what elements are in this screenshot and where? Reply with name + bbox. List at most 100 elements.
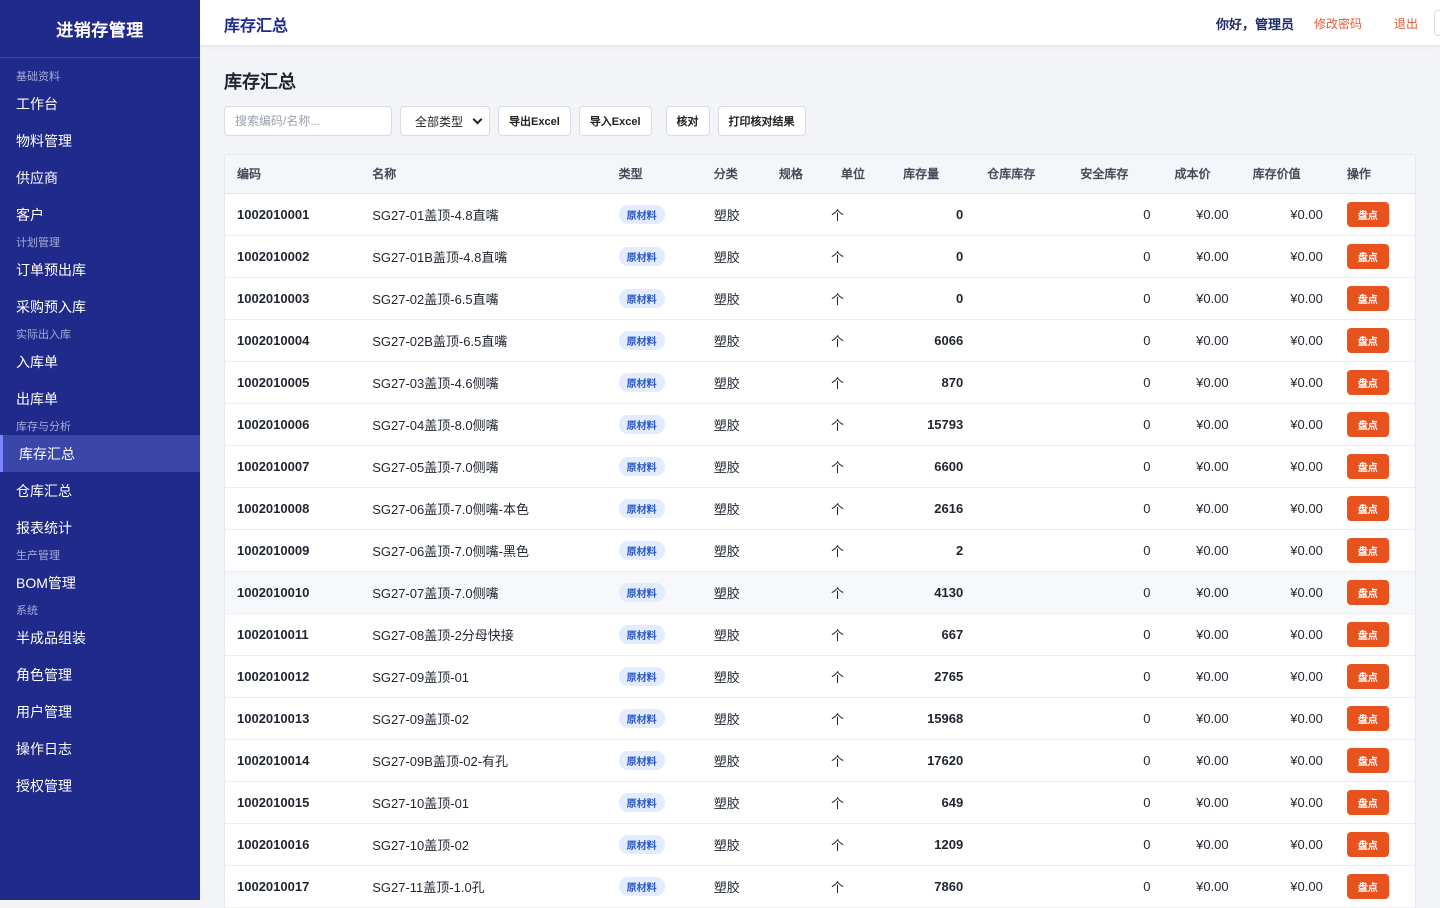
- cell-qty: 15793: [891, 403, 976, 446]
- table-row[interactable]: 1002010008 SG27-06盖顶-7.0侧嘴-本色 原材料 塑胶个 2616 0 ¥…: [225, 487, 1415, 530]
- stocktake-button[interactable]: 盘点: [1346, 411, 1389, 437]
- cell-unit: 个: [828, 403, 892, 446]
- table-row[interactable]: 1002010006 SG27-04盖顶-8.0侧嘴 原材料 塑胶个 15793 0 ¥0.…: [225, 403, 1415, 446]
- sidebar-item[interactable]: 供应商: [0, 159, 200, 196]
- user-greeting: 你好，管理员: [1215, 16, 1294, 32]
- cell-action: 盘点: [1334, 235, 1415, 278]
- cell-cost: ¥0.00: [1162, 319, 1241, 362]
- table-row[interactable]: 1002010011 SG27-08盖顶-2分母快接 原材料 塑胶个 667 0 ¥0.00…: [225, 613, 1415, 656]
- stocktake-button[interactable]: 盘点: [1346, 537, 1389, 563]
- export-excel-button[interactable]: 导出Excel: [498, 106, 571, 136]
- cell-value: ¥0.00: [1240, 655, 1335, 698]
- sidebar-item[interactable]: 库存汇总: [0, 435, 200, 472]
- sidebar-item[interactable]: 用户管理: [0, 693, 200, 730]
- cell-action: 盘点: [1334, 697, 1415, 740]
- stocktake-button[interactable]: 盘点: [1346, 285, 1389, 311]
- stocktake-button[interactable]: 盘点: [1346, 873, 1389, 899]
- cell-action: 盘点: [1334, 739, 1415, 782]
- stocktake-button[interactable]: 盘点: [1346, 663, 1389, 689]
- logout-link[interactable]: 退出: [1394, 15, 1418, 32]
- table-row[interactable]: 1002010001 SG27-01盖顶-4.8直嘴 原材料 塑胶个 0 0 ¥0.00 ¥0…: [225, 193, 1415, 236]
- sidebar-item[interactable]: 客户: [0, 196, 200, 233]
- table-row[interactable]: 1002010013 SG27-09盖顶-02 原材料 塑胶个 15968 0 ¥0.00 ¥…: [225, 697, 1415, 740]
- cell-spec: [766, 319, 829, 362]
- cell-value: ¥0.00: [1240, 613, 1335, 656]
- print-check-result-button[interactable]: 打印核对结果: [717, 106, 806, 136]
- cell-warehouse-stock: [975, 487, 1069, 530]
- cell-category: 塑胶: [701, 487, 767, 530]
- sidebar-item[interactable]: 半成品组装: [0, 619, 200, 656]
- cell-code: 1002010009: [225, 529, 361, 572]
- cell-unit: 个: [828, 655, 892, 698]
- sidebar-item[interactable]: 工作台: [0, 85, 200, 122]
- cell-name: SG27-09盖顶-01: [360, 655, 607, 698]
- cell-cost: ¥0.00: [1162, 361, 1241, 404]
- stocktake-button[interactable]: 盘点: [1346, 789, 1389, 815]
- table-row[interactable]: 1002010016 SG27-10盖顶-02 原材料 塑胶个 1209 0 ¥0.00 ¥0…: [225, 823, 1415, 866]
- table-row[interactable]: 1002010017 SG27-11盖顶-1.0孔 原材料 塑胶个 7860 0 ¥0.00…: [225, 865, 1415, 908]
- cell-action: 盘点: [1334, 529, 1415, 572]
- cell-cost: ¥0.00: [1162, 403, 1241, 446]
- cell-safety-stock: 0: [1068, 865, 1163, 908]
- change-password-link[interactable]: 修改密码: [1314, 15, 1362, 32]
- app-brand: 进销存管理: [0, 0, 200, 58]
- stocktake-button[interactable]: 盘点: [1346, 621, 1389, 647]
- table-row[interactable]: 1002010004 SG27-02B盖顶-6.5直嘴 原材料 塑胶个 6066 0 ¥0.…: [225, 319, 1415, 362]
- table-row[interactable]: 1002010014 SG27-09B盖顶-02-有孔 原材料 塑胶个 17620 0 ¥0…: [225, 739, 1415, 782]
- sidebar-item[interactable]: 授权管理: [0, 767, 200, 804]
- cell-unit: 个: [828, 319, 892, 362]
- cell-value: ¥0.00: [1240, 529, 1335, 572]
- cell-warehouse-stock: [975, 739, 1069, 782]
- cell-cost: ¥0.00: [1162, 739, 1241, 782]
- import-excel-button[interactable]: 导入Excel: [578, 106, 652, 136]
- stocktake-button[interactable]: 盘点: [1346, 201, 1389, 227]
- stocktake-button[interactable]: 盘点: [1346, 747, 1389, 773]
- check-button[interactable]: 核对: [665, 106, 710, 136]
- type-select[interactable]: 全部类型: [400, 106, 490, 136]
- table-row[interactable]: 1002010009 SG27-06盖顶-7.0侧嘴-黑色 原材料 塑胶个 2 0 ¥0.0…: [225, 529, 1415, 572]
- nav-group-title: 基础资料: [16, 71, 60, 83]
- cell-cost: ¥0.00: [1162, 487, 1241, 530]
- cell-name: SG27-05盖顶-7.0侧嘴: [360, 445, 607, 488]
- cell-qty: 667: [891, 613, 976, 656]
- table-row[interactable]: 1002010002 SG27-01B盖顶-4.8直嘴 原材料 塑胶个 0 0 ¥0.00 ¥…: [225, 235, 1415, 278]
- sidebar-item[interactable]: 物料管理: [0, 122, 200, 159]
- sidebar-item[interactable]: 角色管理: [0, 656, 200, 693]
- sidebar-item[interactable]: BOM管理: [0, 564, 200, 601]
- table-row[interactable]: 1002010015 SG27-10盖顶-01 原材料 塑胶个 649 0 ¥0.00 ¥0.…: [225, 781, 1415, 824]
- sidebar-item[interactable]: 出库单: [0, 380, 200, 417]
- cell-warehouse-stock: [975, 403, 1069, 446]
- sidebar-item[interactable]: 仓库汇总: [0, 472, 200, 509]
- stocktake-button[interactable]: 盘点: [1346, 705, 1389, 731]
- stocktake-button[interactable]: 盘点: [1346, 495, 1389, 521]
- side-panel-tab[interactable]: [1434, 10, 1440, 36]
- sidebar-item[interactable]: 采购预入库: [0, 288, 200, 325]
- stocktake-button[interactable]: 盘点: [1346, 369, 1389, 395]
- sidebar-item[interactable]: 入库单: [0, 343, 200, 380]
- sidebar-item[interactable]: 订单预出库: [0, 251, 200, 288]
- cell-category: 塑胶: [701, 823, 767, 866]
- sidebar-item[interactable]: 操作日志: [0, 730, 200, 767]
- table-header: 编码 名称 类型 分类 规格 单位 库存量 仓库库存 安全库存 成本价 库存价值 操作: [225, 155, 1415, 194]
- stocktake-button[interactable]: 盘点: [1346, 243, 1389, 269]
- table-row[interactable]: 1002010005 SG27-03盖顶-4.6侧嘴 原材料 塑胶个 870 0 ¥0.00…: [225, 361, 1415, 404]
- cell-warehouse-stock: [975, 865, 1069, 908]
- cell-type: 原材料: [606, 277, 702, 320]
- table-row[interactable]: 1002010010 SG27-07盖顶-7.0侧嘴 原材料 塑胶个 4130 0 ¥0.0…: [225, 571, 1415, 614]
- table-row[interactable]: 1002010003 SG27-02盖顶-6.5直嘴 原材料 塑胶个 0 0 ¥0.00 ¥0…: [225, 277, 1415, 320]
- search-input[interactable]: [224, 106, 392, 136]
- stocktake-button[interactable]: 盘点: [1346, 453, 1389, 479]
- cell-code: 1002010014: [225, 739, 361, 782]
- table-row[interactable]: 1002010007 SG27-05盖顶-7.0侧嘴 原材料 塑胶个 6600 0 ¥0.0…: [225, 445, 1415, 488]
- cell-warehouse-stock: [975, 361, 1069, 404]
- stocktake-button[interactable]: 盘点: [1346, 327, 1389, 353]
- cell-category: 塑胶: [701, 529, 767, 572]
- stocktake-button[interactable]: 盘点: [1346, 831, 1389, 857]
- cell-category: 塑胶: [701, 865, 767, 908]
- stocktake-button[interactable]: 盘点: [1346, 579, 1389, 605]
- table-row[interactable]: 1002010012 SG27-09盖顶-01 原材料 塑胶个 2765 0 ¥0.00 ¥0…: [225, 655, 1415, 698]
- cell-qty: 0: [891, 235, 976, 278]
- sidebar-item[interactable]: 报表统计: [0, 509, 200, 546]
- column-header: 编码: [225, 155, 361, 194]
- cell-code: 1002010016: [225, 823, 361, 866]
